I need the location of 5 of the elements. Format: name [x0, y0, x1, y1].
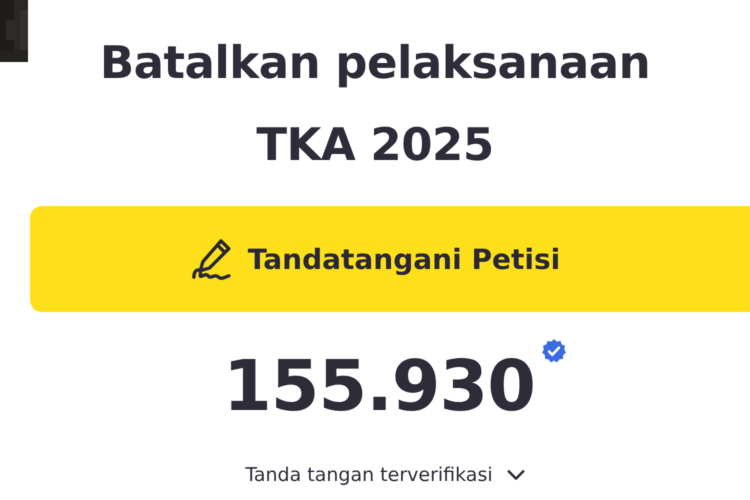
chevron-down-icon — [506, 469, 525, 481]
verified-signatures-toggle[interactable]: Tanda tangan terverifikasi — [245, 464, 525, 486]
petition-title: Batalkan pelaksanaan TKA 2025 — [98, 35, 652, 173]
signature-count: 155.930 — [223, 344, 535, 429]
sign-petition-button[interactable]: Tandatangani Petisi — [30, 206, 750, 312]
